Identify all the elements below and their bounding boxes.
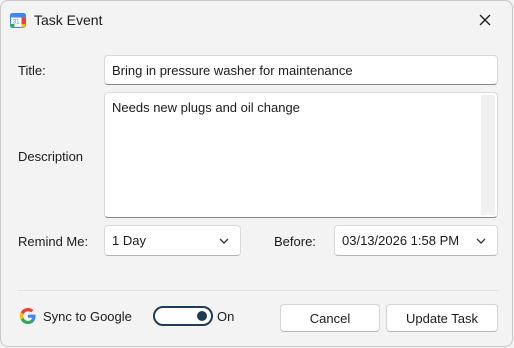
before-datetime-picker[interactable]: 03/13/2026 1:58 PM	[334, 225, 498, 256]
google-icon	[20, 308, 36, 324]
remind-me-value: 1 Day	[112, 233, 146, 248]
dialog-title: Task Event	[34, 12, 103, 28]
cancel-button[interactable]: Cancel	[280, 304, 380, 332]
description-textarea[interactable]: Needs new plugs and oil change	[104, 92, 498, 218]
toggle-knob	[197, 311, 207, 321]
update-task-button-label: Update Task	[405, 310, 479, 326]
close-button[interactable]	[467, 5, 503, 35]
calendar-icon: 31	[10, 13, 26, 28]
sync-toggle[interactable]	[153, 306, 213, 326]
remind-me-dropdown[interactable]: 1 Day	[104, 225, 241, 256]
chevron-down-icon	[219, 238, 229, 244]
svg-text:31: 31	[13, 20, 20, 26]
task-event-dialog: 31 Task Event Title: Bring in pressure w…	[0, 0, 513, 347]
update-task-button[interactable]: Update Task	[386, 304, 498, 332]
close-icon	[479, 14, 491, 26]
description-label: Description	[18, 149, 84, 164]
footer-divider	[17, 290, 499, 291]
title-label: Title:	[18, 63, 46, 78]
title-bar: 31 Task Event	[1, 1, 512, 39]
description-scrollbar[interactable]	[481, 95, 495, 215]
sync-toggle-state: On	[217, 309, 235, 324]
remind-me-label: Remind Me:	[18, 234, 89, 249]
description-value: Needs new plugs and oil change	[112, 100, 300, 115]
chevron-down-icon	[476, 238, 486, 244]
title-input[interactable]: Bring in pressure washer for maintenance	[104, 55, 498, 85]
sync-to-google-label: Sync to Google	[43, 309, 132, 324]
before-label: Before:	[274, 234, 316, 249]
title-input-value: Bring in pressure washer for maintenance	[112, 63, 353, 78]
before-value: 03/13/2026 1:58 PM	[342, 233, 460, 248]
cancel-button-label: Cancel	[309, 310, 351, 326]
